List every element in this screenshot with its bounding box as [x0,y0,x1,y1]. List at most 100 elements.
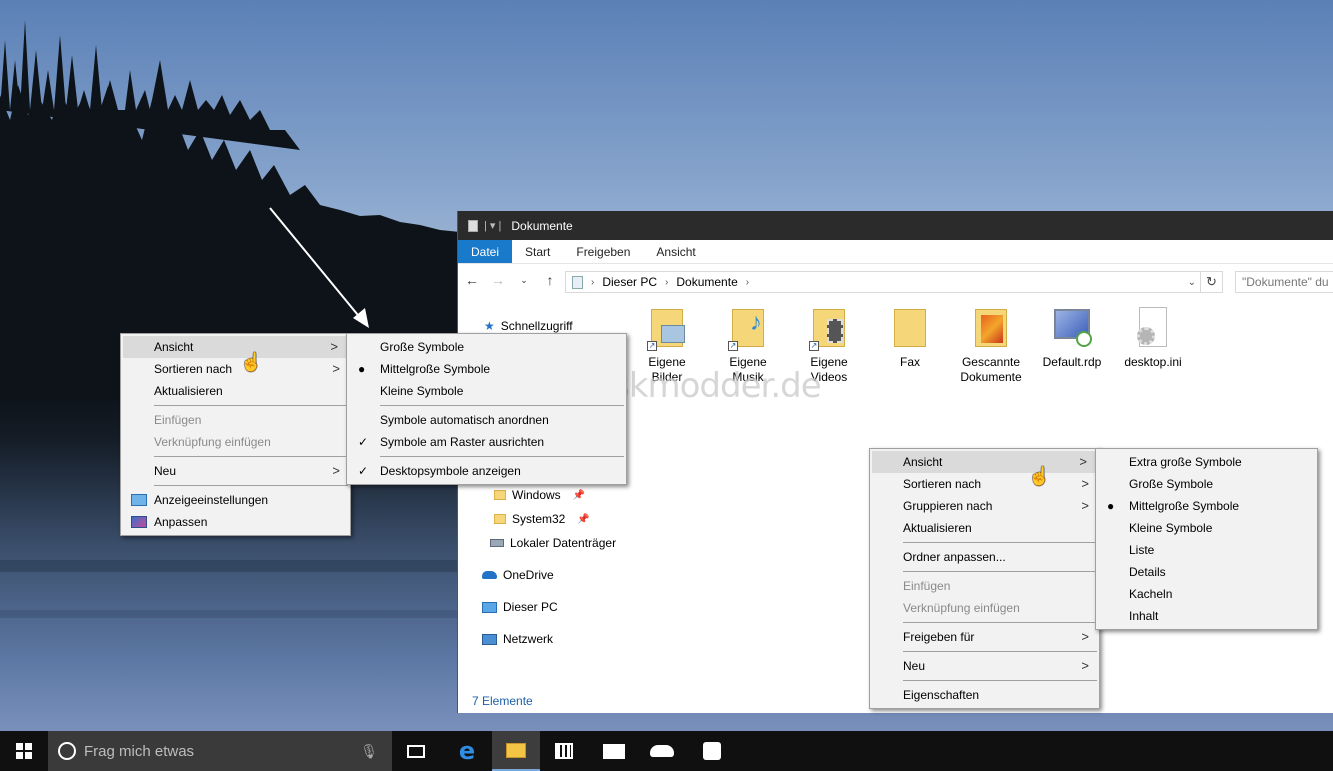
chevron-right-icon: > [1079,454,1087,469]
cortana-icon [58,742,76,760]
tab-datei[interactable]: Datei [458,240,513,263]
location-icon [572,275,583,289]
menu-label: Anpassen [154,515,208,529]
menu-separator [903,622,1097,623]
menu-separator [903,680,1097,681]
menu-item-sortieren-nach[interactable]: Sortieren nach > [870,473,1099,495]
taskbar-search-box[interactable]: Frag mich etwas 🎙 [48,731,392,771]
hand-cursor-icon: ☝ [1028,466,1051,486]
menu-item-liste[interactable]: Liste [1096,539,1317,561]
nav-item-network[interactable]: Netzwerk [482,632,553,646]
menu-item-extra-grosse-symbole[interactable]: Extra große Symbole [1096,451,1317,473]
nav-item-windows[interactable]: Windows 📌 [494,488,585,502]
back-arrow-icon[interactable]: ← [464,272,480,288]
nav-item-system32[interactable]: System32 📌 [494,512,590,526]
nav-item-local-drive[interactable]: Lokaler Datenträger [490,536,616,550]
quick-access-toolbar[interactable]: | ▾ | [484,219,501,232]
ini-file-icon [1133,307,1173,351]
display-settings-icon [131,494,147,506]
menu-label: Mittelgroße Symbole [1129,499,1240,513]
file-item[interactable]: desktop.ini [1114,307,1192,370]
status-bar: 7 Elemente [472,694,533,708]
menu-item-verknuepfung-einfuegen: Verknüpfung einfügen [903,601,1020,615]
nav-item-quick-access[interactable]: ★ Schnellzugriff [484,319,573,333]
menu-item-inhalt[interactable]: Inhalt [1096,605,1317,627]
menu-item-mittelgrosse-symbole[interactable]: ● Mittelgroße Symbole [1096,495,1317,517]
search-input[interactable]: "Dokumente" du [1235,271,1333,293]
radio-dot-icon: ● [358,362,366,376]
title-bar[interactable]: | ▾ | Dokumente [458,211,1333,240]
address-dropdown-icon[interactable]: ⌄ [1188,277,1196,288]
chevron-right-icon: > [330,339,338,354]
menu-item-neu[interactable]: Neu > [870,655,1099,677]
tab-start[interactable]: Start [512,240,563,263]
menu-item-ansicht[interactable]: Ansicht > [123,336,348,358]
menu-item-grosse-symbole[interactable]: Große Symbole [347,336,626,358]
menu-item-mittelgrosse-symbole[interactable]: ● Mittelgroße Symbole [347,358,626,380]
menu-item-grosse-symbole[interactable]: Große Symbole [1096,473,1317,495]
feedback-icon[interactable] [688,731,736,771]
nav-item-onedrive[interactable]: OneDrive [482,568,554,582]
menu-item-auto-anordnen[interactable]: Symbole automatisch anordnen [347,409,626,431]
onedrive-icon[interactable] [638,731,686,771]
nav-label: Lokaler Datenträger [510,536,617,550]
menu-item-freigeben-fuer[interactable]: Freigeben für > [870,626,1099,648]
menu-item-am-raster-ausrichten[interactable]: ✓ Symbole am Raster ausrichten [347,431,626,453]
menu-item-kleine-symbole[interactable]: Kleine Symbole [347,380,626,402]
chevron-right-icon: > [332,463,340,478]
up-arrow-icon[interactable]: ↑ [542,272,558,288]
breadcrumb-dokumente[interactable]: Dokumente [676,275,737,289]
menu-item-kacheln[interactable]: Kacheln [1096,583,1317,605]
chevron-right-icon: > [1081,658,1089,673]
start-button[interactable] [0,731,48,771]
menu-item-einfuegen: Einfügen [903,579,951,593]
mail-icon[interactable] [590,731,638,771]
menu-item-aktualisieren[interactable]: Aktualisieren [121,380,350,402]
menu-item-ordner-anpassen[interactable]: Ordner anpassen... [870,546,1099,568]
star-icon: ★ [484,319,495,333]
file-item[interactable]: Fax [871,307,949,370]
microphone-icon[interactable]: 🎙 [360,743,378,760]
tab-ansicht[interactable]: Ansicht [643,240,708,263]
menu-separator [903,542,1097,543]
menu-label: Mittelgroße Symbole [380,362,491,376]
file-item[interactable]: Gescannte Dokumente [952,307,1030,385]
task-view-icon[interactable] [392,731,440,771]
menu-item-gruppieren-nach[interactable]: Gruppieren nach > [870,495,1099,517]
menu-label: Sortieren nach [154,362,233,376]
nav-label: System32 [512,512,566,526]
menu-item-eigenschaften[interactable]: Eigenschaften [870,684,1099,706]
nav-label: Schnellzugriff [500,319,573,333]
recent-locations-icon[interactable]: ⌄ [516,275,532,286]
menu-item-anpassen[interactable]: Anpassen [121,511,350,533]
edge-icon[interactable]: e [443,731,491,771]
menu-item-verknuepfung-einfuegen: Verknüpfung einfügen [154,435,271,449]
menu-item-aktualisieren[interactable]: Aktualisieren [870,517,1099,539]
store-icon[interactable] [540,731,588,771]
menu-item-details[interactable]: Details [1096,561,1317,583]
file-explorer-icon[interactable] [492,731,540,771]
nav-label: Dieser PC [503,600,558,614]
forward-arrow-icon[interactable]: → [490,272,506,288]
menu-separator [903,651,1097,652]
refresh-icon[interactable]: ↻ [1201,271,1223,293]
nav-item-this-pc[interactable]: Dieser PC [482,600,558,614]
desktop-view-submenu: Große Symbole ● Mittelgroße Symbole Klein… [346,333,627,485]
breadcrumb-dieser-pc[interactable]: Dieser PC [602,275,657,289]
menu-item-neu[interactable]: Neu > [121,460,350,482]
nav-label: Netzwerk [503,632,554,646]
menu-item-ansicht[interactable]: Ansicht > [872,451,1097,473]
tab-freigeben[interactable]: Freigeben [563,240,643,263]
network-icon [482,633,497,645]
menu-item-kleine-symbole[interactable]: Kleine Symbole [1096,517,1317,539]
file-item[interactable]: Default.rdp [1033,307,1111,370]
file-name: Default.rdp [1042,355,1102,369]
menu-separator [903,571,1097,572]
menu-item-sortieren-nach[interactable]: Sortieren nach > [121,358,350,380]
address-bar[interactable]: › Dieser PC › Dokumente › ⌄ [565,271,1201,293]
ribbon-tabs: Datei Start Freigeben Ansicht [458,240,1333,264]
menu-item-desktopsymbole-anzeigen[interactable]: ✓ Desktopsymbole anzeigen [347,460,626,482]
menu-item-anzeigeeinstellungen[interactable]: Anzeigeeinstellungen [121,489,350,511]
window-title: Dokumente [511,218,573,233]
file-name: desktop.ini [1124,355,1182,369]
